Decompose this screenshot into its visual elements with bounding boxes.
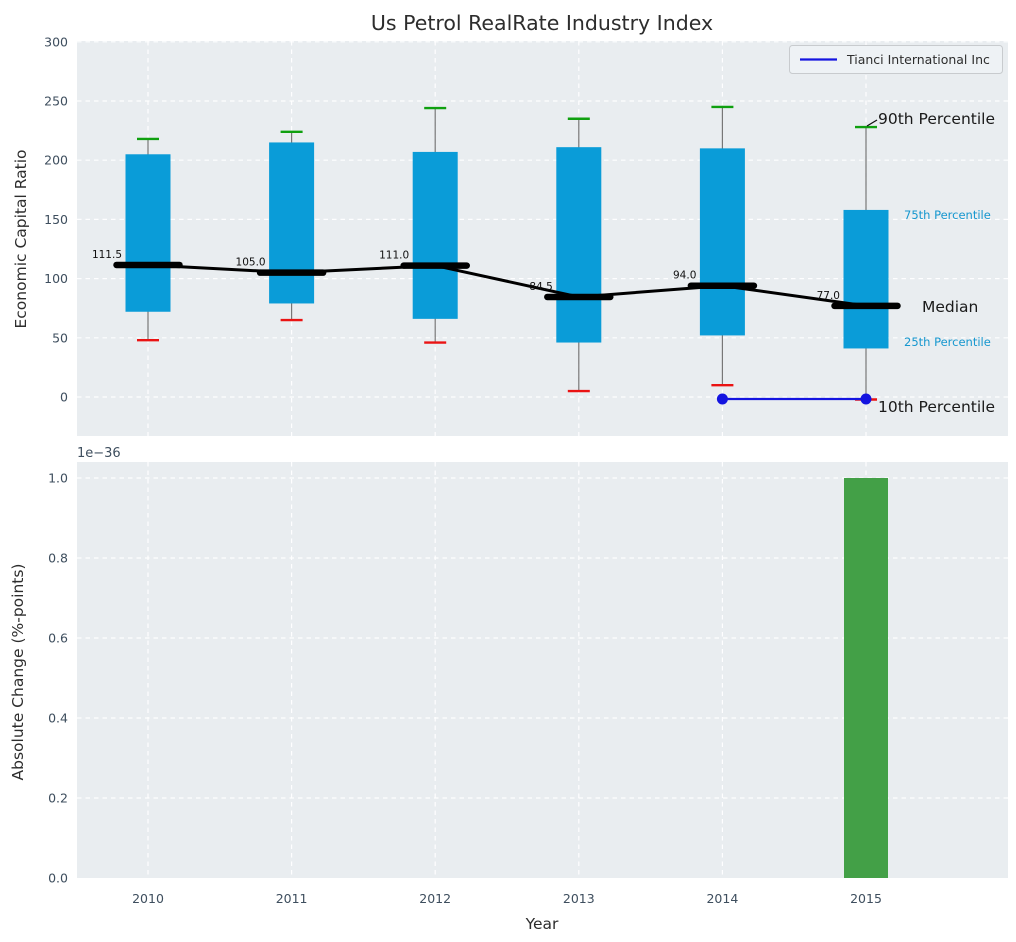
company-marker-2015 (861, 394, 872, 405)
y-tick-label: 0.6 (48, 631, 68, 646)
iqr-box-2010 (126, 154, 171, 311)
x-tick-label-2013: 2013 (563, 891, 595, 906)
y-tick-label: 150 (44, 212, 68, 227)
annotation-median: Median (922, 298, 978, 316)
y-tick-label: 1.0 (48, 471, 68, 486)
median-value-label-2011: 105.0 (236, 257, 266, 269)
y-tick-label: 0 (60, 390, 68, 405)
axis-offset-label: 1e−36 (77, 446, 121, 461)
median-value-label-2012: 111.0 (379, 250, 409, 262)
x-tick-label-2011: 2011 (276, 891, 308, 906)
y-tick-label: 0.0 (48, 871, 68, 886)
median-value-label-2015: 77.0 (817, 290, 840, 302)
annotation-25th-percentile: 25th Percentile (904, 335, 991, 349)
iqr-box-2012 (413, 152, 458, 319)
x-tick-label-2012: 2012 (419, 891, 451, 906)
y-tick-label: 0.8 (48, 551, 68, 566)
iqr-box-2011 (269, 142, 314, 303)
annotation-10th-percentile: 10th Percentile (878, 398, 995, 416)
chart-title: Us Petrol RealRate Industry Index (371, 11, 713, 35)
figure: 0 50 100 150 200 250 300 111.5 105.0 111.0 84.5 94.… (0, 0, 1016, 942)
company-marker-2014 (717, 394, 728, 405)
median-value-label-2014: 94.0 (673, 270, 696, 282)
y-tick-label: 250 (44, 94, 68, 109)
median-value-label-2010: 111.5 (92, 249, 122, 261)
y-tick-label: 200 (44, 153, 68, 168)
annotation-75th-percentile: 75th Percentile (904, 208, 991, 222)
y-tick-label: 300 (44, 34, 68, 49)
change-bar-2015 (844, 478, 888, 878)
y-tick-label: 100 (44, 271, 68, 286)
iqr-box-2014 (700, 148, 745, 335)
x-tick-label-2010: 2010 (132, 891, 164, 906)
legend: Tianci International Inc (790, 46, 1003, 74)
bottom-y-axis-label: Absolute Change (%-points) (9, 564, 27, 781)
bottom-subplot: 0.0 0.2 0.4 0.6 0.8 1.0 2010 2011 2012 2013 2014 20… (48, 462, 1008, 906)
y-tick-label: 0.4 (48, 711, 68, 726)
x-axis-label: Year (525, 915, 559, 933)
top-subplot: 0 50 100 150 200 250 300 111.5 105.0 111.0 84.5 94.… (44, 34, 1008, 436)
chart-canvas: 0 50 100 150 200 250 300 111.5 105.0 111.0 84.5 94.… (0, 0, 1016, 942)
legend-label: Tianci International Inc (846, 52, 990, 67)
y-tick-label: 0.2 (48, 791, 68, 806)
top-y-axis-label: Economic Capital Ratio (12, 149, 30, 328)
x-tick-label-2014: 2014 (706, 891, 738, 906)
iqr-box-2013 (556, 147, 601, 342)
y-tick-label: 50 (52, 330, 68, 345)
annotation-90th-percentile: 90th Percentile (878, 110, 995, 128)
median-value-label-2013: 84.5 (529, 281, 552, 293)
x-tick-label-2015: 2015 (850, 891, 882, 906)
iqr-box-2015 (844, 210, 889, 349)
